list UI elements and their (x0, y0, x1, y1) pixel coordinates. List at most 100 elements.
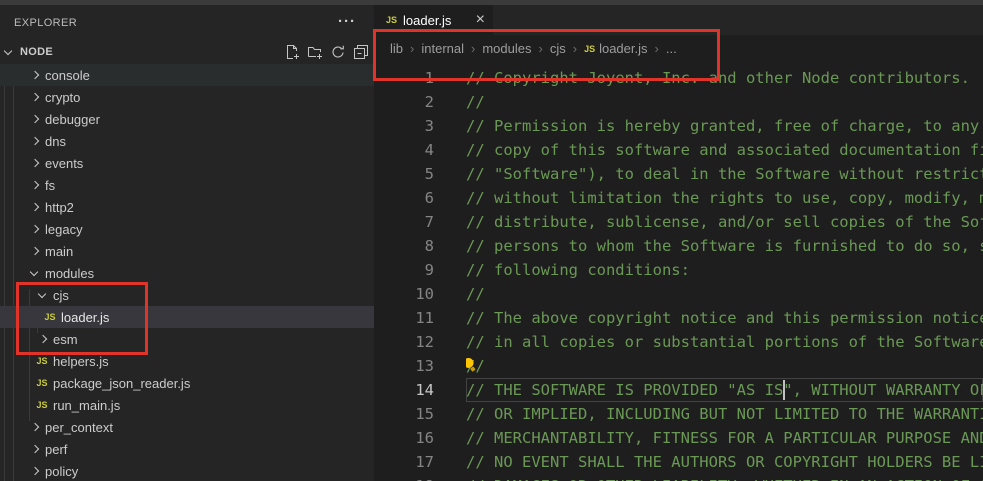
section-actions (284, 44, 369, 60)
line-number[interactable]: 3 (374, 114, 466, 138)
chevron-right-icon (26, 463, 42, 479)
line-number[interactable]: 11 (374, 306, 466, 330)
code-line-11[interactable]: 11// The above copyright notice and this… (374, 306, 983, 330)
more-actions-icon[interactable]: ··· (338, 14, 356, 30)
explorer-title: EXPLORER (14, 17, 77, 29)
breadcrumb-label: internal (421, 41, 464, 56)
new-file-icon[interactable] (284, 44, 300, 60)
tree-item-label: esm (53, 332, 78, 347)
tree-item-policy[interactable]: policy (0, 460, 374, 481)
code-line-7[interactable]: 7// distribute, sublicense, and/or sell … (374, 210, 983, 234)
close-icon[interactable]: × (476, 12, 485, 28)
js-file-icon: JS (386, 15, 397, 25)
line-number[interactable]: 16 (374, 426, 466, 450)
tree-item-loader-js[interactable]: JSloader.js (0, 306, 374, 328)
code-line-3[interactable]: 3// Permission is hereby granted, free o… (374, 114, 983, 138)
breadcrumb-item-modules[interactable]: modules (482, 41, 531, 56)
tree-item-package-json-reader-js[interactable]: JSpackage_json_reader.js (0, 372, 374, 394)
tab-loader-js[interactable]: JS loader.js × (374, 5, 493, 35)
line-number[interactable]: 7 (374, 210, 466, 234)
code-text: // in all copies or substantial portions… (466, 330, 983, 354)
tree-item-events[interactable]: events (0, 152, 374, 174)
line-number[interactable]: 14 (374, 378, 466, 402)
tab-label: loader.js (403, 13, 451, 28)
tree-item-label: events (45, 156, 83, 171)
code-line-14[interactable]: 14// THE SOFTWARE IS PROVIDED "AS IS", W… (374, 378, 983, 402)
chevron-right-icon (26, 441, 42, 457)
lightbulb-icon[interactable] (466, 354, 481, 377)
line-number[interactable]: 18 (374, 474, 466, 481)
code-line-4[interactable]: 4// copy of this software and associated… (374, 138, 983, 162)
code-line-5[interactable]: 5// "Software"), to deal in the Software… (374, 162, 983, 186)
tree-item-label: per_context (45, 420, 113, 435)
breadcrumb-item-internal[interactable]: internal (421, 41, 464, 56)
tree-item-dns[interactable]: dns (0, 130, 374, 152)
breadcrumb-label: modules (482, 41, 531, 56)
line-number[interactable]: 17 (374, 450, 466, 474)
tree-item-helpers-js[interactable]: JShelpers.js (0, 350, 374, 372)
line-number[interactable]: 2 (374, 90, 466, 114)
code-text: // NO EVENT SHALL THE AUTHORS OR COPYRIG… (466, 450, 983, 474)
tree-item-main[interactable]: main (0, 240, 374, 262)
collapse-all-icon[interactable] (353, 44, 369, 60)
tree-item-console[interactable]: console (0, 64, 374, 86)
tree-item-crypto[interactable]: crypto (0, 86, 374, 108)
new-folder-icon[interactable] (307, 44, 323, 60)
line-number[interactable]: 6 (374, 186, 466, 210)
line-number[interactable]: 10 (374, 282, 466, 306)
refresh-icon[interactable] (330, 44, 346, 60)
tree-item-debugger[interactable]: debugger (0, 108, 374, 130)
breadcrumb-separator: › (410, 41, 414, 56)
line-number[interactable]: 1 (374, 66, 466, 90)
code-line-18[interactable]: 18// DAMAGES OR OTHER LIABILITY, WHETHER… (374, 474, 983, 481)
tree-item-run-main-js[interactable]: JSrun_main.js (0, 394, 374, 416)
code-text: // following conditions: (466, 258, 983, 282)
tree-item-label: crypto (45, 90, 80, 105)
code-editor[interactable]: 1// Copyright Joyent, Inc. and other Nod… (374, 66, 983, 481)
line-number[interactable]: 4 (374, 138, 466, 162)
vscode-window: EXPLORER ··· NODE (0, 0, 983, 481)
code-line-9[interactable]: 9// following conditions: (374, 258, 983, 282)
tree-item-per-context[interactable]: per_context (0, 416, 374, 438)
js-file-icon: JS (34, 353, 50, 369)
code-line-15[interactable]: 15// OR IMPLIED, INCLUDING BUT NOT LIMIT… (374, 402, 983, 426)
code-line-16[interactable]: 16// MERCHANTABILITY, FITNESS FOR A PART… (374, 426, 983, 450)
tree-item-esm[interactable]: esm (0, 328, 374, 350)
code-text: // DAMAGES OR OTHER LIABILITY, WHETHER I… (466, 474, 983, 481)
tree-item-http2[interactable]: http2 (0, 196, 374, 218)
code-line-2[interactable]: 2// (374, 90, 983, 114)
tree-item-legacy[interactable]: legacy (0, 218, 374, 240)
code-line-17[interactable]: 17// NO EVENT SHALL THE AUTHORS OR COPYR… (374, 450, 983, 474)
editor-tab-bar: JS loader.js × (374, 5, 983, 35)
code-line-6[interactable]: 6// without limitation the rights to use… (374, 186, 983, 210)
code-text: // Permission is hereby granted, free of… (466, 114, 983, 138)
breadcrumb-item-cjs[interactable]: cjs (550, 41, 566, 56)
line-number[interactable]: 5 (374, 162, 466, 186)
code-line-1[interactable]: 1// Copyright Joyent, Inc. and other Nod… (374, 66, 983, 90)
js-file-icon: JS (34, 397, 50, 413)
chevron-right-icon (26, 177, 42, 193)
tree-item-label: main (45, 244, 73, 259)
line-number[interactable]: 8 (374, 234, 466, 258)
breadcrumb-item--[interactable]: ... (666, 41, 677, 56)
breadcrumb-separator: › (471, 41, 475, 56)
code-line-10[interactable]: 10// (374, 282, 983, 306)
line-number[interactable]: 12 (374, 330, 466, 354)
tree-item-fs[interactable]: fs (0, 174, 374, 196)
section-header-node[interactable]: NODE (0, 40, 374, 64)
breadcrumb-item-loader-js[interactable]: JSloader.js (584, 41, 647, 56)
breadcrumb-separator: › (538, 41, 542, 56)
line-number[interactable]: 9 (374, 258, 466, 282)
tree-item-modules[interactable]: modules (0, 262, 374, 284)
code-line-8[interactable]: 8// persons to whom the Software is furn… (374, 234, 983, 258)
chevron-right-icon (26, 89, 42, 105)
line-number[interactable]: 13 (374, 354, 466, 378)
tree-item-perf[interactable]: perf (0, 438, 374, 460)
code-line-13[interactable]: 13// (374, 354, 983, 378)
code-text: // copy of this software and associated … (466, 138, 983, 162)
js-file-icon: JS (42, 309, 58, 325)
code-line-12[interactable]: 12// in all copies or substantial portio… (374, 330, 983, 354)
tree-item-cjs[interactable]: cjs (0, 284, 374, 306)
line-number[interactable]: 15 (374, 402, 466, 426)
breadcrumb-item-lib[interactable]: lib (390, 41, 403, 56)
